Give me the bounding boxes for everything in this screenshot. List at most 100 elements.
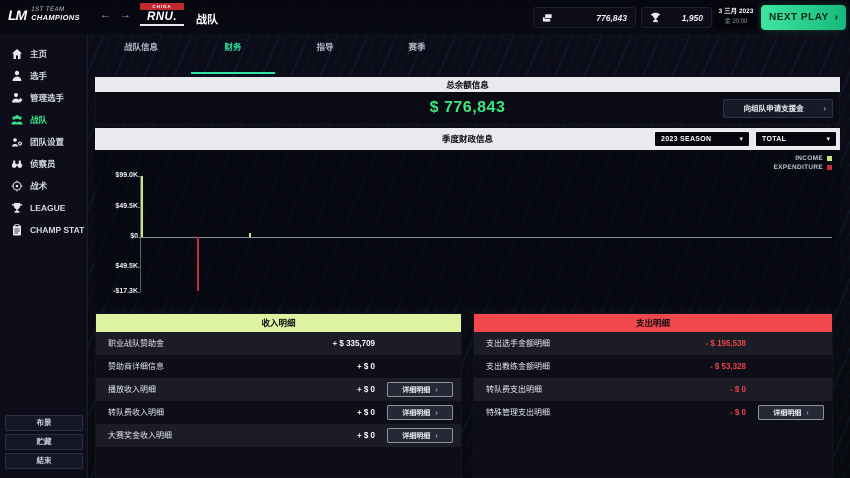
y-tick-mark — [136, 207, 140, 208]
app-logo-line2: CHAMPIONS — [31, 13, 80, 23]
income-table: 收入明细 职业战队赞助金 + $ 335,709 赞助商详细信息 + $ 0 播… — [95, 313, 462, 478]
sidebar-item-champ-stat[interactable]: CHAMP STAT — [0, 219, 87, 241]
row-value: + $ 0 — [356, 408, 375, 417]
app-logo: LM 1ST TEAM CHAMPIONS — [8, 7, 80, 23]
sidebar-item-tactics[interactable]: 战术 — [0, 175, 87, 197]
game-date: 3 三月 2023 金 20:00 — [714, 6, 758, 29]
tab-finance[interactable]: 财务 — [187, 35, 279, 74]
y-tick-label: $0 — [130, 233, 138, 240]
table-row: 特殊管理支出明细 - $ 0 详细明细 › — [474, 401, 832, 424]
row-value: + $ 0 — [356, 385, 375, 394]
detail-button[interactable]: 详细明细 › — [387, 428, 453, 443]
detail-button[interactable]: 详细明细 › — [387, 382, 453, 397]
tab-team-info[interactable]: 战队信息 — [95, 35, 187, 60]
chart-bar-expenditure — [197, 237, 199, 291]
team-settings-icon — [11, 138, 22, 147]
row-value: - $ 195,538 — [705, 339, 746, 348]
sidebar-item-manage-players[interactable]: 管理选手 — [0, 87, 87, 109]
date-text: 3 三月 2023 — [718, 8, 754, 15]
sidebar-item-label: 战队 — [30, 115, 48, 125]
sidebar-item-team-settings[interactable]: 团队设置 — [0, 131, 87, 153]
finance-chart-header: 季度财政信息 2023 SEASON ▾ TOTAL ▾ — [95, 128, 840, 150]
back-arrow-icon[interactable]: ← — [100, 9, 111, 21]
clipboard-icon — [13, 224, 21, 236]
detail-button[interactable]: 详细明细 › — [758, 405, 824, 420]
request-support-button[interactable]: 向组队申请支援金 › — [723, 99, 833, 118]
token-value: 1,950 — [681, 12, 703, 23]
sidebar-item-home[interactable]: 主页 — [0, 43, 87, 65]
row-value: - $ 0 — [729, 385, 746, 394]
balance-header: 总余额信息 — [95, 77, 840, 92]
zero-axis-line — [140, 237, 832, 238]
sidebar-item-label: 战术 — [30, 181, 48, 191]
row-value: + $ 335,709 — [332, 339, 375, 348]
sidebar-item-scout[interactable]: 侦察员 — [0, 153, 87, 175]
team-logo-banner: CHINA — [140, 3, 184, 10]
sidebar-item-label: 管理选手 — [30, 93, 65, 103]
chevron-right-icon: › — [435, 385, 438, 394]
table-row: 职业战队赞助金 + $ 335,709 — [96, 332, 461, 355]
binoculars-icon — [11, 160, 23, 168]
y-tick-label: $49.5K — [115, 203, 138, 210]
sidebar-item-label: 选手 — [30, 71, 48, 81]
chart-bar-income — [141, 176, 143, 237]
chart-bar-income — [249, 233, 251, 237]
home-icon — [12, 49, 22, 59]
chart-plot: $99.0K $49.5K $0 $49.5K -$17.3K — [113, 170, 832, 295]
y-tick-mark — [136, 267, 140, 268]
top-bar: LM 1ST TEAM CHAMPIONS ← → CHINA RNU. 战队 … — [0, 0, 850, 35]
scope-dropdown-value: TOTAL — [762, 135, 787, 143]
sidebar-item-label: 团队设置 — [30, 137, 65, 147]
money-icon — [542, 13, 553, 22]
player-icon — [12, 70, 22, 81]
row-label: 播放收入明细 — [108, 385, 156, 394]
table-row: 大赛奖金收入明细 + $ 0 详细明细 › — [96, 424, 461, 447]
table-row: 转队费收入明细 + $ 0 详细明细 › — [96, 401, 461, 424]
scene-button[interactable]: 布景 — [5, 415, 83, 431]
finance-chart-title: 季度财政信息 — [441, 134, 493, 144]
row-label: 支出教练金额明细 — [486, 362, 550, 371]
legend-income-label: INCOME — [795, 155, 823, 162]
tab-season[interactable]: 赛季 — [371, 35, 463, 60]
team-icon — [11, 115, 23, 125]
time-text: 金 20:00 — [724, 19, 748, 26]
table-row: 播放收入明细 + $ 0 详细明细 › — [96, 378, 461, 401]
row-label: 转队费收入明细 — [108, 408, 164, 417]
money-resource-pill: 776,843 — [533, 7, 636, 28]
row-label: 大赛奖金收入明细 — [108, 431, 172, 440]
sidebar-item-label: CHAMP STAT — [30, 225, 85, 235]
y-tick-label: $99.0K — [115, 172, 138, 179]
season-dropdown[interactable]: 2023 SEASON ▾ — [654, 131, 750, 147]
forward-arrow-icon[interactable]: → — [120, 9, 131, 21]
trophy-icon — [11, 203, 23, 213]
row-label: 赞助商详细信息 — [108, 362, 164, 371]
detail-button[interactable]: 详细明细 › — [387, 405, 453, 420]
team-logo-underline — [140, 24, 184, 26]
y-tick-mark — [136, 237, 140, 238]
game-screen: LM 1ST TEAM CHAMPIONS ← → CHINA RNU. 战队 … — [0, 0, 850, 478]
tab-coaching[interactable]: 指导 — [279, 35, 371, 60]
sidebar-footer: 布景 贮藏 結束 — [0, 412, 88, 472]
next-play-button[interactable]: NEXT PLAY › — [761, 5, 846, 30]
row-label: 职业战队赞助金 — [108, 339, 164, 348]
sidebar-item-team[interactable]: 战队 — [0, 109, 87, 131]
detail-button-label: 详细明细 — [773, 409, 802, 417]
row-value: - $ 53,328 — [709, 362, 746, 371]
app-logo-monogram: LM — [8, 7, 27, 23]
expenditure-table: 支出明细 支出选手金额明细 - $ 195,538 支出教练金额明细 - $ 5… — [473, 313, 833, 478]
balance-section: 总余额信息 $ 776,843 向组队申请支援金 › — [95, 77, 840, 125]
storage-button[interactable]: 贮藏 — [5, 434, 83, 450]
scope-dropdown[interactable]: TOTAL ▾ — [755, 131, 837, 147]
sidebar: 主页 选手 管理选手 战队 团队设置 侦察员 战术 LEAGUE CHAMP S… — [0, 35, 88, 478]
request-support-label: 向组队申请支援金 — [743, 104, 804, 113]
season-dropdown-value: 2023 SEASON — [661, 135, 712, 143]
sidebar-item-league[interactable]: LEAGUE — [0, 197, 87, 219]
chevron-right-icon: › — [834, 12, 839, 23]
table-row: 赞助商详细信息 + $ 0 — [96, 355, 461, 378]
expenditure-table-header: 支出明细 — [474, 314, 832, 332]
end-button[interactable]: 結束 — [5, 453, 83, 469]
chevron-down-icon: ▾ — [739, 136, 743, 143]
row-label: 特殊管理支出明细 — [486, 408, 550, 417]
sidebar-item-players[interactable]: 选手 — [0, 65, 87, 87]
balance-body: $ 776,843 向组队申请支援金 › — [95, 92, 840, 125]
